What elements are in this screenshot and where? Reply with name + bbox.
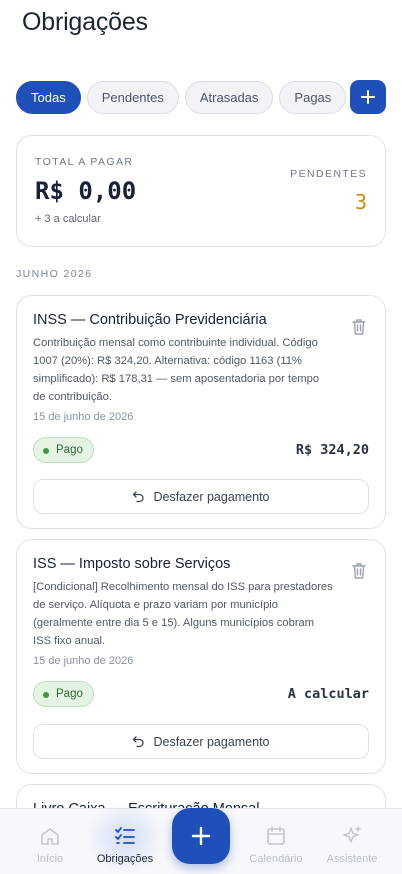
status-label: Pago <box>56 688 83 700</box>
filter-chip-pendentes[interactable]: Pendentes <box>86 80 179 114</box>
tab-label: Calendário <box>249 853 303 865</box>
filter-chip-pagas[interactable]: Pagas <box>279 80 347 114</box>
status-dot <box>43 692 49 698</box>
pending-count: 3 <box>354 190 367 214</box>
trash-icon[interactable] <box>351 562 367 580</box>
tab-obrigacoes[interactable]: Obrigações <box>85 801 165 874</box>
status-label: Pago <box>56 444 83 456</box>
undo-icon <box>133 491 145 503</box>
total-label: TOTAL A PAGAR <box>35 156 134 168</box>
card-title: INSS — Contribuição Previdenciária <box>33 312 267 328</box>
card-title: ISS — Imposto sobre Serviços <box>33 556 231 572</box>
card-description: [Condicional] Recolhimento mensal do ISS… <box>33 581 333 647</box>
to-calculate-note: + 3 a calcular <box>35 213 101 225</box>
card-description: Contribuição mensal como contribuinte in… <box>33 337 320 403</box>
pending-label: PENDENTES <box>290 168 367 180</box>
summary-card: TOTAL A PAGAR R$ 0,00 + 3 a calcular PEN… <box>16 135 386 247</box>
add-obligation-button[interactable] <box>350 80 386 114</box>
undo-payment-button[interactable]: Desfazer pagamento <box>33 724 369 759</box>
obligation-card[interactable]: INSS — Contribuição Previdenciária Contr… <box>16 295 386 529</box>
status-badge: Pago <box>33 681 94 707</box>
due-date: 15 de junho de 2026 <box>33 411 134 423</box>
plus-icon <box>191 826 211 846</box>
home-icon <box>41 828 59 845</box>
tab-label: Início <box>36 853 64 865</box>
calendar-icon <box>267 826 285 845</box>
undo-label: Desfazer pagamento <box>153 734 270 749</box>
undo-label: Desfazer pagamento <box>153 489 270 504</box>
trash-icon[interactable] <box>351 318 367 336</box>
page-title: Obrigações <box>22 8 148 36</box>
tab-inicio[interactable]: Início <box>14 809 86 874</box>
due-date: 15 de junho de 2026 <box>33 655 134 667</box>
undo-icon <box>133 736 145 748</box>
status-dot <box>43 448 49 454</box>
sparkle-icon <box>343 826 361 843</box>
add-fab-button[interactable] <box>172 808 230 864</box>
month-header: JUNHO 2026 <box>16 268 93 280</box>
status-badge: Pago <box>33 437 94 463</box>
obligation-card[interactable]: ISS — Imposto sobre Serviços [Condiciona… <box>16 539 386 774</box>
checklist-icon <box>115 827 135 844</box>
filter-chip-atrasadas[interactable]: Atrasadas <box>184 80 274 114</box>
filter-chip-todas[interactable]: Todas <box>16 80 81 114</box>
tab-calendario[interactable]: Calendário <box>240 809 312 874</box>
plus-icon <box>361 90 375 104</box>
card-amount: R$ 324,20 <box>295 442 369 458</box>
filter-bar: Todas Pendentes Atrasadas Pagas <box>16 80 386 114</box>
total-amount: R$ 0,00 <box>35 177 137 205</box>
tab-assistente[interactable]: Assistente <box>316 809 388 874</box>
card-amount: A calcular <box>287 686 369 702</box>
undo-payment-button[interactable]: Desfazer pagamento <box>33 479 369 514</box>
tab-label: Assistente <box>326 853 378 865</box>
tab-label: Obrigações <box>96 853 154 865</box>
